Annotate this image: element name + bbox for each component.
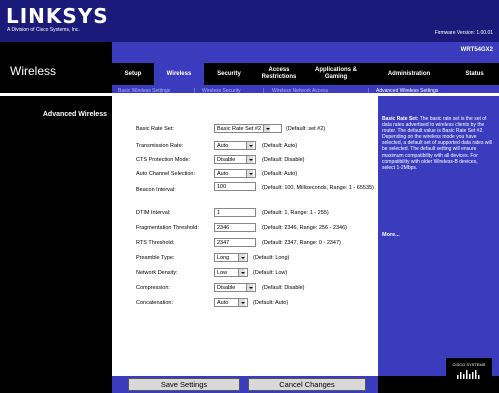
main-tabs: Setup Wireless Security Access Restricti…	[112, 63, 499, 85]
network-density-default: (Default: Low)	[253, 270, 288, 276]
auto-channel-select[interactable]: Auto	[214, 169, 256, 178]
chevron-down-icon	[238, 299, 245, 306]
rts-threshold-input[interactable]: 2347	[214, 238, 256, 247]
network-density-select[interactable]: Low	[214, 268, 248, 277]
transmission-rate-default: (Default: Auto)	[262, 143, 298, 149]
chevron-down-icon	[246, 170, 253, 177]
cisco-bars-icon	[457, 370, 480, 379]
network-density-label: Network Density:	[136, 270, 178, 276]
footer-left	[0, 376, 112, 393]
concatenation-label: Concatenation:	[136, 300, 173, 306]
network-density-value: Low	[217, 269, 228, 276]
preamble-type-value: Long	[217, 254, 230, 261]
tab-security[interactable]: Security	[204, 63, 254, 85]
model-name: WRT54GX2	[460, 47, 493, 53]
save-settings-button[interactable]: Save Settings	[128, 378, 240, 391]
beacon-interval-label: Beacon Interval:	[136, 187, 176, 193]
dtim-interval-input[interactable]: 1	[214, 208, 256, 217]
chevron-down-icon	[263, 125, 271, 132]
cts-protection-value: Disable	[217, 156, 236, 163]
preamble-type-label: Preamble Type:	[136, 255, 175, 261]
chevron-down-icon	[246, 284, 253, 291]
sidebar	[0, 96, 112, 376]
basic-rate-set-label: Basic Rate Set:	[136, 126, 174, 132]
tab-status[interactable]: Status	[450, 63, 499, 85]
compression-default: (Default: Disable)	[262, 285, 305, 291]
subtab-separator-1: |	[194, 88, 196, 94]
tab-access-restrictions[interactable]: Access Restrictions	[254, 63, 304, 85]
basic-rate-set-value: Basic Rate Set #2	[217, 125, 262, 132]
dtim-interval-default: (Default: 1, Range: 1 - 255)	[262, 210, 329, 216]
transmission-rate-select[interactable]: Auto	[214, 141, 256, 150]
linksys-logo: LINKSYS	[6, 4, 109, 28]
section-title: Wireless	[10, 64, 57, 78]
header-bar: LINKSYS A Division of Cisco Systems, Inc…	[0, 0, 499, 42]
compression-select[interactable]: Disable	[214, 283, 256, 292]
chevron-down-icon	[246, 156, 253, 163]
tab-administration[interactable]: Administration	[368, 63, 450, 85]
auto-channel-value: Auto	[217, 170, 229, 177]
tab-applications-gaming[interactable]: Applications & Gaming	[304, 63, 368, 85]
cts-protection-default: (Default: Disable)	[262, 157, 305, 163]
preamble-type-default: (Default: Long)	[253, 255, 290, 261]
help-title: Basic Rate Set:	[382, 116, 419, 122]
concatenation-value: Auto	[217, 299, 229, 306]
sub-tabs: Basic Wireless Settings | Wireless Secur…	[112, 87, 499, 96]
subtab-basic-wireless[interactable]: Basic Wireless Settings	[118, 88, 170, 94]
sidebar-title: Advanced Wireless	[42, 111, 107, 118]
cisco-logo-text: CISCO SYSTEMS	[452, 362, 486, 367]
chevron-down-icon	[246, 142, 253, 149]
cts-protection-label: CTS Protection Mode:	[136, 157, 191, 163]
basic-rate-set-default: (Default: set #2)	[286, 126, 326, 132]
fragmentation-threshold-input[interactable]: 2346	[214, 223, 256, 232]
settings-panel	[112, 96, 378, 376]
cisco-logo: CISCO SYSTEMS	[446, 358, 492, 386]
concatenation-select[interactable]: Auto	[214, 298, 248, 307]
auto-channel-label: Auto Channel Selection:	[136, 171, 196, 177]
help-text: Basic Rate Set: The basic rate set is th…	[382, 116, 492, 171]
fragmentation-threshold-default: (Default: 2346, Range: 256 - 2346)	[262, 225, 348, 231]
subtab-separator-3: |	[368, 88, 370, 94]
rts-threshold-label: RTS Threshold:	[136, 240, 175, 246]
beacon-interval-input[interactable]: 100	[214, 182, 256, 191]
cancel-changes-button[interactable]: Cancel Changes	[248, 378, 366, 391]
subtab-wireless-network-access[interactable]: Wireless Network Access	[272, 88, 328, 94]
router-admin-page: LINKSYS A Division of Cisco Systems, Inc…	[0, 0, 499, 393]
compression-value: Disable	[217, 284, 236, 291]
rts-threshold-default: (Default: 2347, Range: 0 - 2347)	[262, 240, 341, 246]
basic-rate-set-select[interactable]: Basic Rate Set #2	[214, 124, 282, 133]
firmware-version: Firmware Version: 1.00.01	[434, 30, 493, 36]
preamble-type-select[interactable]: Long	[214, 253, 248, 262]
subtab-wireless-security[interactable]: Wireless Security	[202, 88, 241, 94]
subtab-separator-2: |	[263, 88, 265, 94]
dtim-interval-label: DTIM Interval:	[136, 210, 171, 216]
chevron-down-icon	[238, 269, 245, 276]
chevron-down-icon	[238, 254, 245, 261]
tab-setup[interactable]: Setup	[112, 63, 154, 85]
cts-protection-select[interactable]: Disable	[214, 155, 256, 164]
help-more-link[interactable]: More...	[382, 232, 400, 238]
help-body: The basic rate set is the set of data ra…	[382, 116, 492, 171]
fragmentation-threshold-label: Fragmentation Threshold:	[136, 225, 199, 231]
auto-channel-default: (Default: Auto)	[262, 171, 298, 177]
beacon-interval-default: (Default: 100, Milliseconds, Range: 1 - …	[262, 185, 374, 191]
tab-wireless[interactable]: Wireless	[154, 63, 204, 85]
compression-label: Compression:	[136, 285, 170, 291]
transmission-rate-value: Auto	[217, 142, 229, 149]
subtab-advanced-wireless[interactable]: Advanced Wireless Settings	[376, 88, 438, 94]
concatenation-default: (Default: Auto)	[253, 300, 289, 306]
logo-subtitle: A Division of Cisco Systems, Inc.	[7, 27, 80, 33]
transmission-rate-label: Transmission Rate:	[136, 143, 184, 149]
